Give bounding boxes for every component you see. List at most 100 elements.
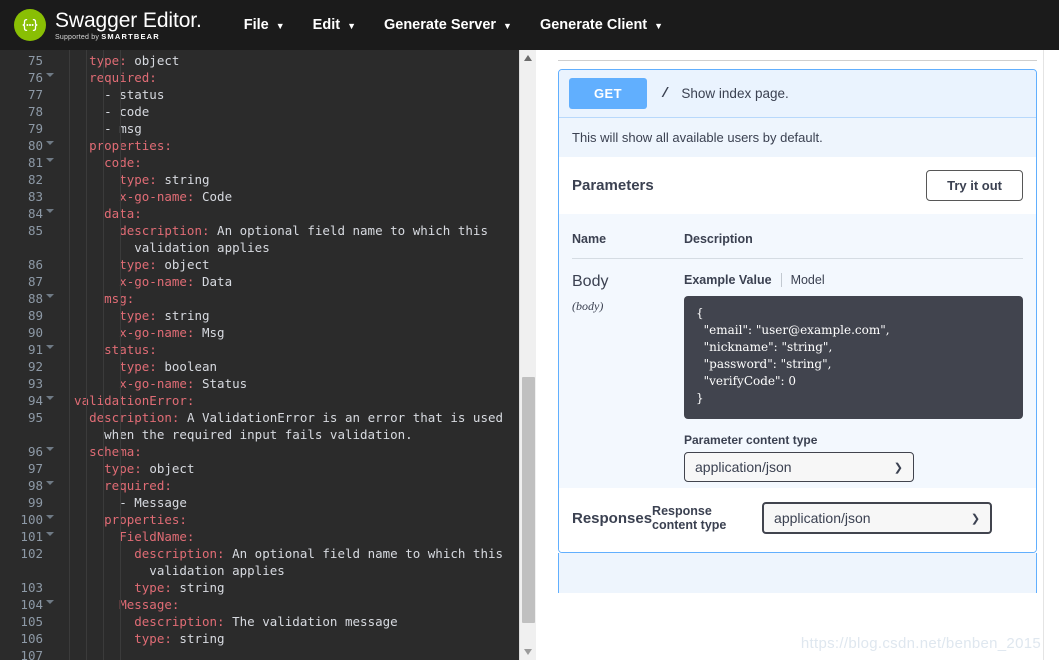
code-text: description: A ValidationError is an err… <box>89 410 504 425</box>
line-number: 89 <box>27 308 43 323</box>
code-text: - Message <box>59 495 187 510</box>
fold-arrow-icon[interactable] <box>46 73 54 77</box>
editor-scrollbar-thumb[interactable] <box>522 377 535 623</box>
code-line: 85 description: An optional field name t… <box>0 222 519 239</box>
code-text: - msg <box>59 121 142 136</box>
http-method-badge: GET <box>569 78 647 109</box>
fold-arrow-icon[interactable] <box>46 447 54 451</box>
code-text: type: object <box>59 53 180 68</box>
code-line-wrapped: validation applies <box>0 239 519 256</box>
line-number: 104 <box>0 596 54 613</box>
editor-scrollbar[interactable] <box>519 50 536 660</box>
line-number: 103 <box>20 580 43 595</box>
parameters-header: Parameters Try it out <box>559 157 1036 214</box>
line-number: 87 <box>27 274 43 289</box>
tab-divider <box>780 273 782 287</box>
response-content-type-select[interactable]: application/json ❯ <box>762 502 993 534</box>
code-text: type: boolean <box>59 359 218 374</box>
code-line: 90 x-go-name: Msg <box>0 324 519 341</box>
tab-example-value[interactable]: Example Value <box>684 273 772 287</box>
line-number: 82 <box>27 172 43 187</box>
code-line: 95 description: A ValidationError is an … <box>0 409 519 426</box>
line-number: 90 <box>27 325 43 340</box>
line-number: 81 <box>0 154 54 171</box>
code-text: msg: <box>59 291 135 306</box>
code-text: Message: <box>119 597 180 612</box>
code-line: 88 msg: <box>0 290 519 307</box>
tab-model[interactable]: Model <box>791 273 825 287</box>
line-number: 76 <box>0 69 54 86</box>
parameters-table: Name Description Body (body) Example Val… <box>572 222 1023 482</box>
code-line: 82 type: string <box>0 171 519 188</box>
fold-arrow-icon[interactable] <box>46 141 54 145</box>
code-text: description: An optional field name to w… <box>59 546 504 561</box>
parameter-name-cell: Body (body) <box>572 259 684 483</box>
operation-summary-bar[interactable]: GET / Show index page. <box>559 70 1036 117</box>
parameter-name: Body <box>572 273 609 290</box>
menu-item-generate-client[interactable]: Generate Client ▼ <box>526 11 677 39</box>
code-line: 107 <box>0 647 519 660</box>
swagger-ui-pane: GET / Show index page. This will show al… <box>536 50 1059 660</box>
line-number: 91 <box>0 341 54 358</box>
code-text: type: string <box>59 580 225 595</box>
code-text: type: string <box>59 308 210 323</box>
fold-arrow-icon[interactable] <box>46 209 54 213</box>
fold-arrow-icon[interactable] <box>46 345 54 349</box>
parameter-content-type-select[interactable]: application/json ❯ <box>684 452 914 482</box>
code-text: schema: <box>59 444 142 459</box>
code-line: 102 description: An optional field name … <box>0 545 519 562</box>
code-line: 98 required: <box>0 477 519 494</box>
code-text: x-go-name: Data <box>59 274 233 289</box>
code-line: 76 required: <box>0 69 519 86</box>
code-text: - status <box>59 87 165 102</box>
code-editor[interactable]: 75 type: object 76 required: 77 - status 78… <box>0 50 519 660</box>
code-text: data: <box>59 206 142 221</box>
code-line: 75 type: object <box>0 52 519 69</box>
line-number: 100 <box>0 511 54 528</box>
page-scrollbar[interactable] <box>1043 50 1059 660</box>
chevron-down-icon: ❯ <box>893 461 903 474</box>
line-number: 92 <box>27 359 43 374</box>
parameter-content-type-value: application/json <box>695 459 792 475</box>
code-line: 104 Message: <box>0 596 519 613</box>
fold-arrow-icon[interactable] <box>46 294 54 298</box>
code-text: status: <box>59 342 157 357</box>
fold-arrow-icon[interactable] <box>46 481 54 485</box>
parameters-table-wrap: Name Description Body (body) Example Val… <box>559 214 1036 488</box>
column-header-description: Description <box>684 222 1023 259</box>
scroll-up-arrow-icon[interactable] <box>524 55 532 61</box>
try-it-out-button[interactable]: Try it out <box>926 170 1023 201</box>
code-line: 89 type: string <box>0 307 519 324</box>
fold-arrow-icon[interactable] <box>46 600 54 604</box>
menu-item-generate-server[interactable]: Generate Server ▼ <box>370 11 526 39</box>
example-value-code[interactable]: { "email": "user@example.com", "nickname… <box>684 296 1023 419</box>
line-number: 93 <box>27 376 43 391</box>
line-number: 86 <box>27 257 43 272</box>
supported-by-text: Supported by <box>55 33 102 41</box>
code-line: 77 - status <box>0 86 519 103</box>
line-number: 83 <box>27 189 43 204</box>
menu-item-edit[interactable]: Edit ▼ <box>299 11 370 39</box>
code-line-wrapped: when the required input fails validation… <box>0 426 519 443</box>
fold-arrow-icon[interactable] <box>46 396 54 400</box>
code-line: 103 type: string <box>0 579 519 596</box>
fold-arrow-icon[interactable] <box>46 515 54 519</box>
fold-arrow-icon[interactable] <box>46 532 54 536</box>
code-line: 94 validationError: <box>0 392 519 409</box>
fold-arrow-icon[interactable] <box>46 158 54 162</box>
code-line: 79 - msg <box>0 120 519 137</box>
code-line: 87 x-go-name: Data <box>0 273 519 290</box>
chevron-down-icon: ▼ <box>503 21 512 31</box>
code-line: 80 properties: <box>0 137 519 154</box>
scroll-down-arrow-icon[interactable] <box>524 649 532 655</box>
column-header-name: Name <box>572 222 684 259</box>
response-content-type-label: Response content type <box>652 504 727 532</box>
responses-title: Responses <box>572 509 653 527</box>
operation-block-footer <box>558 553 1037 593</box>
page-scrollbar-thumb[interactable] <box>1046 230 1057 530</box>
code-text: properties: <box>59 138 172 153</box>
menu-item-file[interactable]: File ▼ <box>230 11 299 39</box>
brand-logo[interactable]: Swagger Editor. Supported by SMARTBEAR <box>14 9 202 41</box>
line-number: 105 <box>20 614 43 629</box>
code-text: - code <box>59 104 150 119</box>
